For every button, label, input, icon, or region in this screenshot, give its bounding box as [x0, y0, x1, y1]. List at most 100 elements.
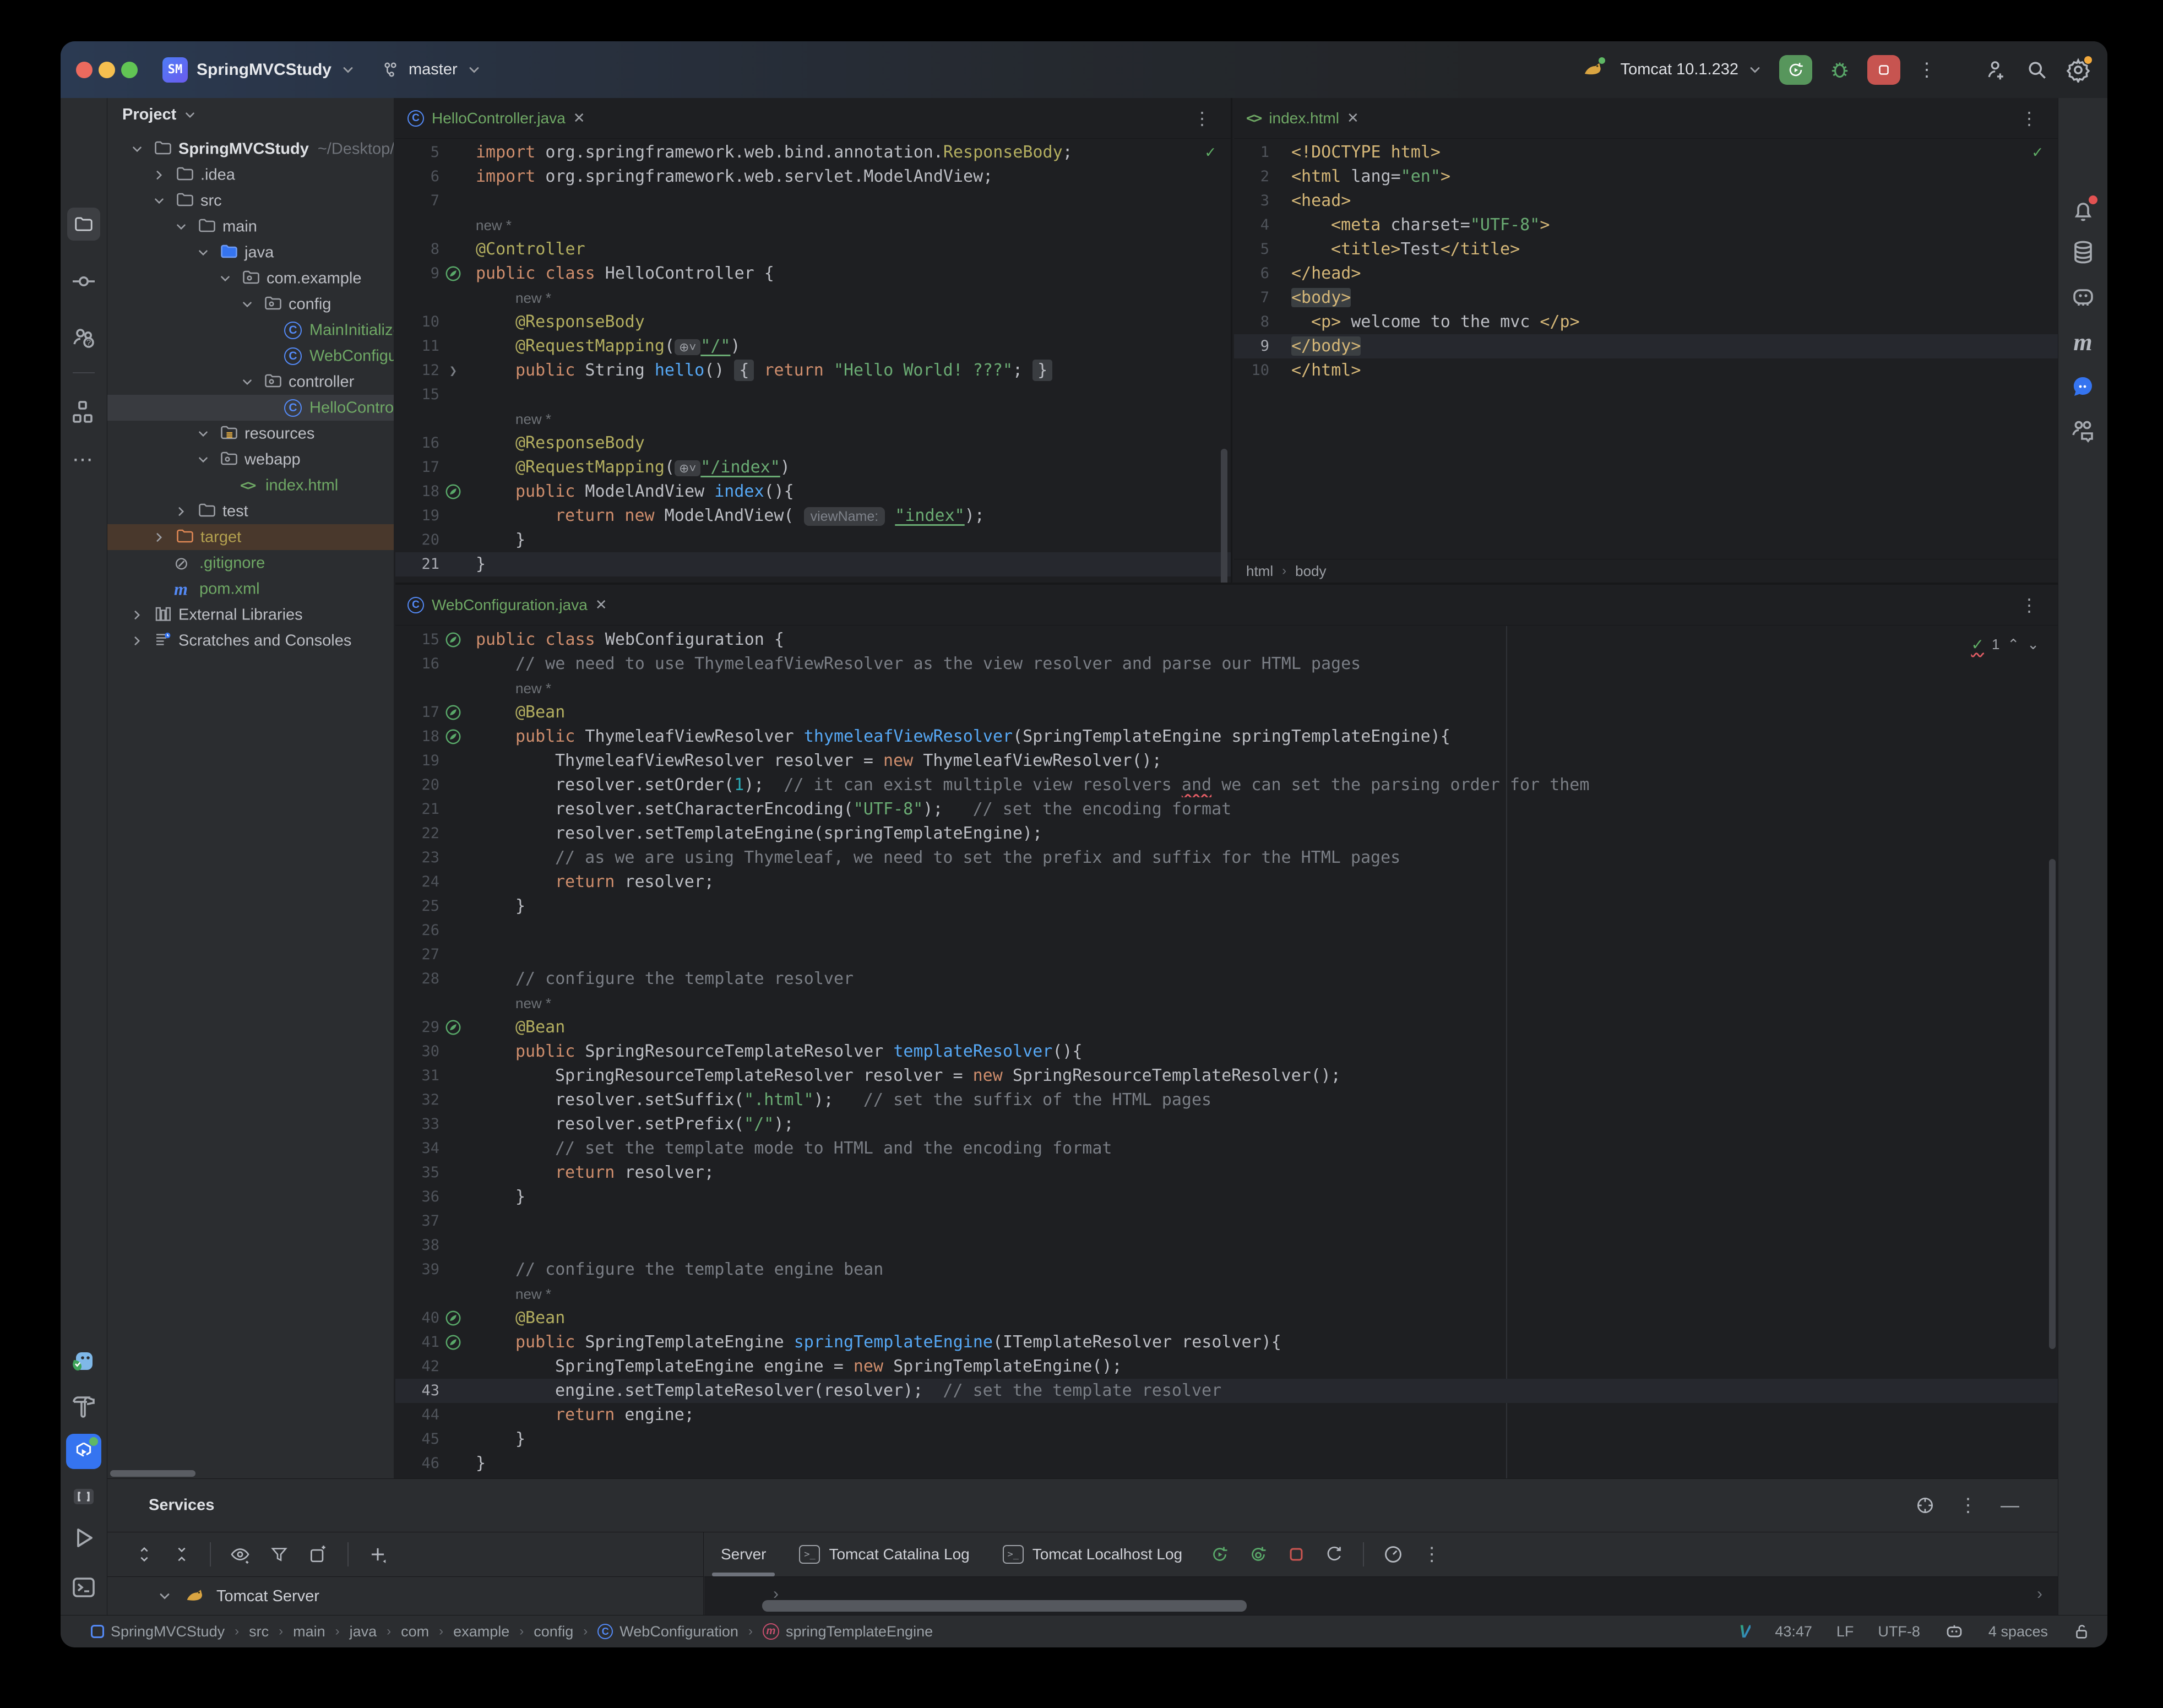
spring-bean-gutter-icon[interactable] — [444, 265, 462, 282]
stop-server-icon[interactable] — [1287, 1545, 1306, 1564]
code-area-index-html[interactable]: 1 <!DOCTYPE html> ✓ 2 <html lang="en"> 3 <head… — [1234, 140, 2058, 383]
tree-item-WebConfiguration[interactable]: C WebConfiguration — [107, 343, 394, 369]
status-crumb-springTemplateEngine[interactable]: m springTemplateEngine — [762, 1623, 933, 1640]
code-line[interactable]: 7 — [395, 189, 1231, 213]
status-crumb-main[interactable]: main — [293, 1623, 325, 1640]
spring-bean-gutter-icon[interactable] — [444, 1334, 462, 1351]
status-crumb-config[interactable]: config — [534, 1623, 573, 1640]
plugin-mascot-icon[interactable] — [70, 1348, 97, 1374]
structure-tool-window-button[interactable] — [70, 399, 97, 425]
open-in-new-icon[interactable] — [308, 1544, 329, 1565]
code-line[interactable]: 2 <html lang="en"> — [1234, 165, 2058, 189]
code-with-me-button[interactable]: ? — [70, 324, 97, 351]
status-crumb-example[interactable]: example — [453, 1623, 509, 1640]
code-line[interactable]: 4 <meta charset="UTF-8"> — [1234, 213, 2058, 237]
code-line[interactable]: 5 import org.springframework.web.bind.ann… — [395, 140, 1231, 165]
prev-problem-icon[interactable]: ⌃ — [2007, 636, 2019, 653]
tree-chevron-icon[interactable] — [240, 297, 254, 312]
code-line[interactable]: 6 </head> — [1234, 262, 2058, 286]
tree-chevron-icon[interactable] — [240, 375, 254, 389]
tree-item-webapp[interactable]: webapp — [107, 447, 394, 472]
more-tool-windows-button[interactable]: ⋯ — [70, 446, 97, 472]
status-crumb-com[interactable]: com — [401, 1623, 429, 1640]
code-line[interactable]: 15 public class WebConfiguration { — [395, 628, 2058, 652]
fold-region-icon[interactable]: ❯ — [449, 358, 457, 383]
code-line[interactable]: 34// set the template mode to HTML and t… — [395, 1136, 2058, 1161]
tree-chevron-icon[interactable] — [218, 271, 232, 286]
tree-item-Scratches and Consoles[interactable]: Scratches and Consoles — [107, 628, 394, 654]
inspection-widget[interactable]: ✓ 1 ⌃ ⌄ — [1971, 635, 2039, 654]
code-line[interactable]: 31 SpringResourceTemplateResolver resolve… — [395, 1064, 2058, 1088]
code-line[interactable]: 32 resolver.setSuffix(".html"); // set th… — [395, 1088, 2058, 1112]
code-line[interactable]: 7 <body> — [1234, 286, 2058, 310]
tab-options-icon[interactable]: ⋮ — [2020, 108, 2038, 129]
code-line[interactable]: 8 @Controller — [395, 237, 1231, 262]
zoom-window-button[interactable] — [121, 62, 138, 78]
code-line[interactable]: 33 resolver.setPrefix("/"); — [395, 1112, 2058, 1136]
panel-options-icon[interactable]: ⋮ — [1959, 1494, 1977, 1516]
tree-item-MainInitializer[interactable]: C MainInitializer — [107, 317, 394, 343]
tree-chevron-icon[interactable] — [130, 634, 144, 648]
scroll-tabs-chevron[interactable]: › — [2037, 1585, 2042, 1603]
console-hscrollbar[interactable] — [762, 1600, 1247, 1612]
gradle-tool-window-button[interactable] — [2070, 284, 2096, 310]
branch-switcher[interactable]: master — [409, 61, 458, 79]
notifications-bell-icon[interactable] — [2070, 195, 2097, 224]
status-breadcrumbs[interactable]: SpringMVCStudy › src › main › java › com › example… — [91, 1615, 933, 1647]
code-area-hello-controller[interactable]: 5 import org.springframework.web.bind.ann… — [395, 140, 1231, 576]
settings-gear-icon[interactable] — [2066, 56, 2092, 83]
breadcrumb-body[interactable]: body — [1295, 563, 1326, 580]
tree-chevron-icon[interactable] — [130, 608, 144, 622]
tree-item-index.html[interactable]: <> index.html — [107, 472, 394, 498]
code-line[interactable]: 21 resolver.setCharacterEncoding("UTF-8")… — [395, 797, 2058, 822]
code-line[interactable]: 36} — [395, 1185, 2058, 1209]
server-console-area[interactable]: › › — [704, 1576, 2058, 1615]
tree-item-.gitignore[interactable]: ⊘ .gitignore — [107, 550, 394, 576]
v-plugin-icon[interactable]: V — [1739, 1622, 1751, 1642]
minimize-window-button[interactable] — [99, 62, 115, 78]
tree-item-java[interactable]: java — [107, 240, 394, 265]
services-tab-Server[interactable]: Server — [704, 1532, 782, 1576]
code-line[interactable]: 9 </body> — [1234, 334, 2058, 358]
add-user-button[interactable] — [1984, 58, 2008, 82]
code-line[interactable]: 17 @Bean — [395, 700, 2058, 725]
copilot-robot-icon[interactable] — [1944, 1622, 1964, 1641]
project-switcher[interactable]: SpringMVCStudy — [197, 61, 331, 79]
code-line[interactable]: 30 public SpringResourceTemplateResolver … — [395, 1040, 2058, 1064]
code-line[interactable]: 20 resolver.setOrder(1); // it can exist … — [395, 773, 2058, 797]
caret-position[interactable]: 43:47 — [1775, 1623, 1812, 1640]
file-encoding[interactable]: UTF-8 — [1878, 1623, 1920, 1640]
code-line[interactable]: 25} — [395, 894, 2058, 918]
code-line[interactable]: 19 return new ModelAndView( viewName: "in… — [395, 504, 1231, 528]
tree-item-.idea[interactable]: .idea — [107, 162, 394, 188]
tree-item-controller[interactable]: controller — [107, 369, 394, 395]
tree-chevron-icon[interactable] — [152, 530, 166, 545]
commit-tool-window-button[interactable] — [70, 268, 97, 295]
tree-item-pom.xml[interactable]: m pom.xml — [107, 576, 394, 602]
code-line[interactable]: 21} — [395, 552, 1231, 576]
focus-target-icon[interactable] — [1915, 1495, 1936, 1516]
code-line[interactable]: 3 <head> — [1234, 189, 2058, 213]
add-service-icon[interactable] — [367, 1544, 388, 1565]
code-line[interactable]: 6 import org.springframework.web.servlet.… — [395, 165, 1231, 189]
code-line[interactable]: 16// we need to use ThymeleafViewResolve… — [395, 652, 2058, 676]
terminal-tool-window-button[interactable] — [70, 1574, 97, 1601]
code-line[interactable]: 39// configure the template engine bean — [395, 1258, 2058, 1282]
status-crumb-java[interactable]: java — [350, 1623, 377, 1640]
status-crumb-SpringMVCStudy[interactable]: SpringMVCStudy — [91, 1623, 225, 1640]
spring-bean-gutter-icon[interactable] — [444, 483, 462, 501]
status-crumb-src[interactable]: src — [249, 1623, 269, 1640]
code-line[interactable]: 43 engine.setTemplateResolver(resolver); … — [395, 1379, 2058, 1403]
tree-item-config[interactable]: config — [107, 291, 394, 317]
tree-chevron-icon[interactable] — [196, 453, 210, 467]
tree-item-resources[interactable]: resources — [107, 421, 394, 447]
code-line[interactable]: 1 <!DOCTYPE html> ✓ — [1234, 140, 2058, 165]
run-tool-window-button[interactable] — [70, 1525, 97, 1551]
services-tool-window-button[interactable] — [66, 1434, 101, 1469]
status-crumb-WebConfiguration[interactable]: C WebConfiguration — [597, 1623, 738, 1640]
code-line[interactable]: 44 return engine; — [395, 1403, 2058, 1427]
run-configuration-selector[interactable]: Tomcat 10.1.232 — [1621, 61, 1738, 79]
code-line[interactable]: 17 @RequestMapping(⊕˅ "/index") — [395, 455, 1231, 480]
unlocked-padlock-icon[interactable] — [2072, 1622, 2091, 1641]
line-separator[interactable]: LF — [1836, 1623, 1854, 1640]
